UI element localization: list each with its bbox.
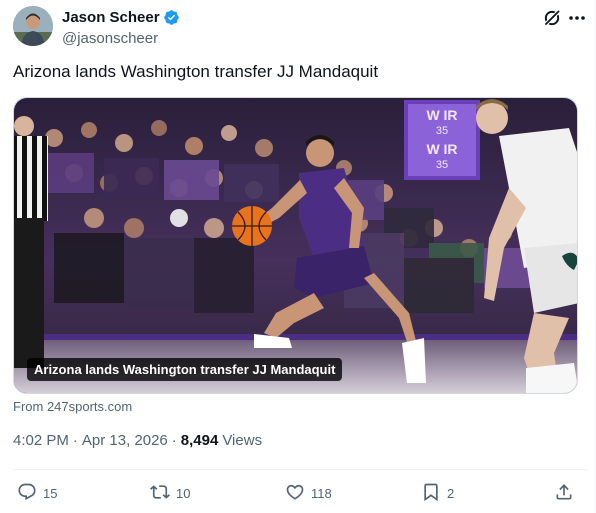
meta-separator: · [72,432,78,449]
scoreboard-line-1: W IR [426,107,457,123]
author-handle[interactable]: @jasonscheer [62,30,180,47]
verified-badge-icon [163,9,180,26]
scoreboard-digits-2: 35 [436,159,448,171]
author-name[interactable]: Jason Scheer [62,9,160,26]
views-count: 8,494 [180,432,219,449]
name-row: Jason Scheer [62,8,180,27]
more-icon[interactable] [566,7,588,29]
repost-count: 10 [176,485,191,501]
tweet-text: Arizona lands Washington transfer JJ Man… [13,62,379,81]
divider [13,469,588,470]
reply-icon [17,482,37,505]
avatar[interactable] [13,6,53,46]
scoreboard-digits-1: 35 [436,125,448,137]
views-label: Views [222,432,263,449]
bookmark-icon [421,482,441,505]
media-card[interactable]: W IR 35 W IR 35 Arizona lands Washington… [13,97,578,394]
tweet-meta: 4:02 PM · Apr 13, 2026 · 8,494 Views [13,432,262,449]
meta-separator: · [171,432,177,449]
post-time[interactable]: 4:02 PM [13,432,69,449]
heart-icon [285,482,305,505]
author-block: Jason Scheer @jasonscheer [62,8,180,47]
action-bar: 15 10 118 2 [13,481,576,505]
bookmark-button[interactable]: 2 [421,481,454,505]
repost-button[interactable]: 10 [150,481,190,505]
media-caption: Arizona lands Washington transfer JJ Man… [27,358,343,381]
like-button[interactable]: 118 [285,481,332,505]
like-count: 118 [311,485,332,501]
repost-icon [150,482,170,505]
post-date[interactable]: Apr 13, 2026 [82,432,168,449]
grok-icon[interactable] [542,8,562,28]
tweet-header: Jason Scheer @jasonscheer [13,6,588,48]
link-source[interactable]: From 247sports.com [13,399,132,414]
reply-button[interactable]: 15 [17,481,57,505]
share-icon [554,482,574,505]
reply-count: 15 [43,485,58,501]
bookmark-count: 2 [447,485,455,501]
referee [14,116,48,368]
media-photo: W IR 35 W IR 35 [14,98,577,393]
share-button[interactable] [554,481,574,505]
scoreboard-line-2: W IR [426,141,457,157]
